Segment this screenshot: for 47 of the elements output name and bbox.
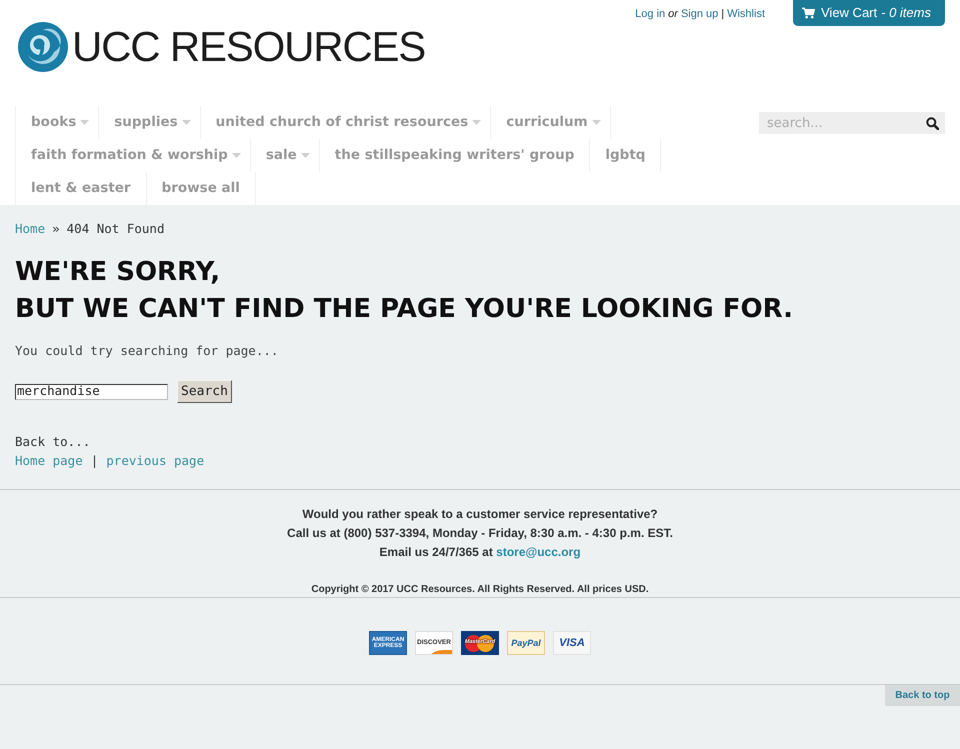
nav-menu-item[interactable]: united church of christ resources bbox=[200, 106, 492, 139]
contact-text: Call us at (800) 537-3394, Monday - Friday, 8:30 a.m. - 4:30 p.m. EST. bbox=[286, 525, 674, 542]
back-link[interactable]: Home page bbox=[15, 451, 83, 470]
cart-icon bbox=[802, 7, 815, 19]
caret-icon bbox=[592, 120, 601, 125]
breadcrumb-current: 404 Not Found bbox=[66, 220, 164, 238]
breadcrumb-separator: » bbox=[52, 220, 60, 238]
caret-icon bbox=[300, 153, 310, 158]
caret-icon bbox=[232, 153, 241, 158]
search-icon bbox=[926, 116, 939, 130]
logo-icon bbox=[18, 22, 68, 72]
search-field[interactable]: search... bbox=[759, 112, 920, 134]
account-text: or bbox=[668, 7, 678, 22]
separator-text: | bbox=[90, 452, 98, 470]
caret-icon bbox=[472, 120, 482, 125]
nav-menu-item[interactable]: faith formation & worship bbox=[15, 139, 251, 172]
contact-text: Would you rather speak to a customer service representative? bbox=[301, 506, 659, 523]
caret-icon bbox=[182, 120, 191, 125]
nav-menu-item[interactable]: books bbox=[15, 106, 100, 139]
nav-menu-item[interactable]: browse all bbox=[146, 172, 256, 205]
account-link[interactable]: Wishlist bbox=[727, 6, 765, 22]
separator-text: | bbox=[721, 7, 724, 22]
back-link[interactable]: previous page bbox=[106, 451, 204, 470]
account-link[interactable]: Sign up bbox=[680, 6, 718, 22]
contact-text: Email us 24/7/365 at store@ucc.org bbox=[378, 544, 582, 561]
caret-icon bbox=[80, 120, 90, 125]
payment-logo: VISA bbox=[553, 631, 591, 655]
view-cart-button[interactable]: View Cart - 0 items bbox=[793, 0, 945, 26]
copyright-text: Copyright © 2017 UCC Resources. All Rights Reserved. All prices USD. bbox=[310, 583, 650, 597]
search-prompt-text: You could try searching for page... bbox=[15, 342, 280, 360]
email-link[interactable]: store@ucc.org bbox=[496, 545, 581, 559]
payment-logo: PayPal bbox=[507, 631, 545, 655]
logo-text: UCC RESOURCES bbox=[72, 26, 426, 68]
search-submit-button[interactable]: Search bbox=[177, 380, 232, 403]
search-input[interactable]: merchandise bbox=[15, 384, 168, 400]
breadcrumb-link[interactable]: Home bbox=[15, 220, 46, 238]
account-link[interactable]: Log in bbox=[635, 6, 666, 22]
nav-menu-item[interactable]: supplies bbox=[98, 106, 201, 139]
nav-menu-item[interactable]: lent & easter bbox=[15, 172, 147, 205]
back-to-top-button[interactable]: Back to top bbox=[885, 685, 960, 706]
back-to-text: Back to... bbox=[15, 433, 92, 451]
nav-menu-item[interactable]: sale bbox=[250, 139, 320, 172]
nav-menu-item[interactable]: curriculum bbox=[490, 106, 611, 139]
nav-menu-item[interactable]: the stillspeaking writers' group bbox=[318, 139, 590, 172]
nav-menu-item[interactable]: lgbtq bbox=[589, 139, 662, 172]
error-heading: WE'RE SORRY, BUT WE CAN'T FIND THE PAGE YOU'RE LOOKING FOR. bbox=[15, 256, 794, 326]
search-button[interactable] bbox=[920, 112, 945, 134]
